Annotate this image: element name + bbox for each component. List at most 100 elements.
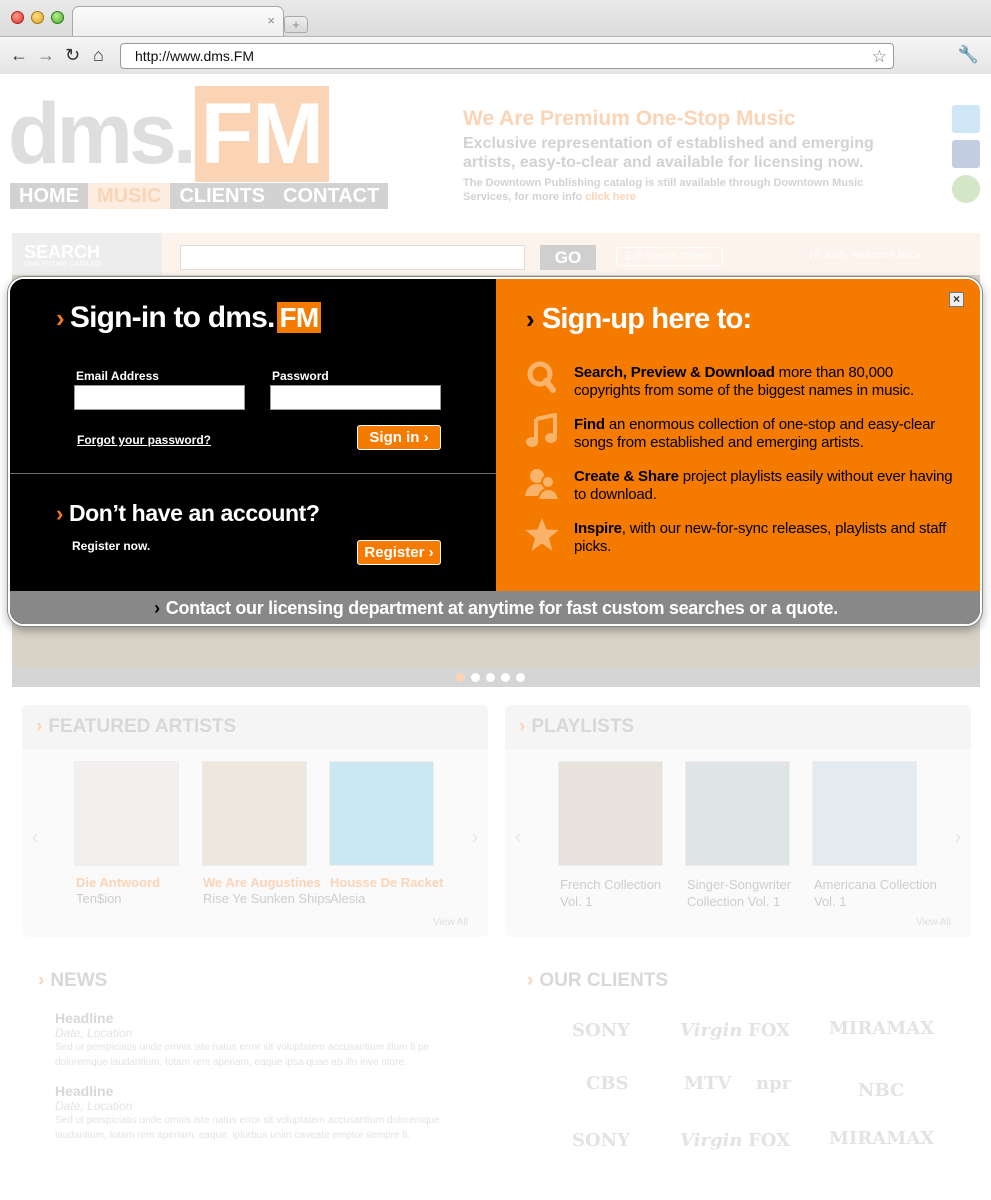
browser-tab[interactable]: ×: [72, 6, 284, 36]
click-here-link[interactable]: click here: [585, 191, 636, 203]
artist-thumbnail[interactable]: [329, 761, 434, 866]
tagline-sub: Exclusive representation of established …: [463, 135, 874, 171]
feature-bold: Inspire: [574, 520, 622, 537]
signin-button[interactable]: Sign in ›: [357, 425, 441, 450]
facebook-icon[interactable]: [952, 140, 980, 168]
slide-dot[interactable]: [516, 673, 525, 682]
client-logo: Virgin: [680, 1130, 743, 1151]
tagline-note: The Downtown Publishing catalog is still…: [463, 176, 903, 204]
password-label: Password: [272, 369, 329, 383]
artist-thumbnail[interactable]: [74, 761, 179, 866]
address-bar[interactable]: http://www.dms.FM ☆: [120, 43, 894, 69]
news-headline: Headline: [55, 1010, 114, 1026]
signup-section: › Sign-up here to: Search, Preview & Down…: [496, 279, 980, 591]
back-arrow-icon[interactable]: ←: [10, 44, 28, 66]
email-field[interactable]: [74, 385, 245, 410]
register-button[interactable]: Register ›: [357, 540, 441, 565]
slide-dot[interactable]: [456, 673, 465, 682]
nav-clients[interactable]: CLIENTS: [170, 183, 274, 209]
playlist-thumbnail[interactable]: [558, 761, 663, 866]
email-label: Email Address: [76, 369, 159, 383]
tagline-title: We Are Premium One-Stop Music: [463, 107, 796, 130]
nav-music[interactable]: MUSIC: [88, 183, 171, 209]
tab-close-icon[interactable]: ×: [267, 14, 275, 28]
chevron-right-icon: ›: [56, 501, 63, 526]
reload-icon[interactable]: ↻: [65, 44, 80, 66]
news-body: Sed ut perspiciatis unde omnis iste natu…: [55, 1042, 430, 1068]
prev-arrow-icon[interactable]: ‹: [515, 827, 521, 848]
modal-close-button[interactable]: ×: [949, 292, 964, 307]
signup-title-text: Sign-up here to:: [541, 303, 752, 335]
news-header: › NEWS: [38, 970, 108, 991]
view-all-link[interactable]: View All: [916, 917, 951, 928]
nav-contact[interactable]: CONTACT: [274, 183, 388, 209]
feature-item: Create & Share project playlists easily …: [574, 468, 954, 504]
artist-name[interactable]: Die Antwoord: [76, 875, 160, 890]
slide-dot[interactable]: [501, 673, 510, 682]
playlist-thumbnail[interactable]: [812, 761, 917, 866]
close-window-button[interactable]: [11, 11, 24, 24]
wrench-icon[interactable]: 🔧: [958, 45, 979, 65]
search-bar: SEARCH OUR ENTIRE CATALOG GO Edit Search…: [12, 233, 980, 275]
minimize-window-button[interactable]: [31, 11, 44, 24]
news-headline: Headline: [55, 1083, 114, 1099]
chevron-right-icon: ›: [154, 598, 160, 618]
go-button[interactable]: GO: [540, 245, 596, 270]
news-title: NEWS: [50, 970, 108, 991]
next-arrow-icon[interactable]: ›: [955, 827, 961, 848]
song-title: Alesia: [330, 891, 366, 906]
prev-arrow-icon[interactable]: ‹: [32, 827, 38, 848]
view-all-link[interactable]: View All: [433, 917, 468, 928]
next-arrow-icon[interactable]: ›: [472, 827, 478, 848]
clients-header: › OUR CLIENTS: [527, 970, 669, 991]
no-account-title: › Don’t have an account?: [56, 500, 320, 527]
client-logo: SONY: [572, 1130, 630, 1151]
playlist-caption[interactable]: Americana Collection Vol. 1: [814, 876, 937, 910]
signin-title: › Sign-in to dms. FM: [56, 301, 322, 335]
news-date: Date, Location: [55, 1026, 133, 1040]
slide-dot[interactable]: [471, 673, 480, 682]
users-icon: [525, 469, 560, 501]
home-icon[interactable]: ⌂: [93, 44, 104, 66]
song-title: Ten$ion: [76, 891, 122, 906]
site-logo[interactable]: dms.FM: [8, 86, 329, 182]
client-logo: MIRAMAX: [829, 1018, 935, 1039]
artist-name[interactable]: We Are Augustines: [203, 875, 321, 890]
nav-home[interactable]: HOME: [10, 183, 88, 209]
forward-arrow-icon[interactable]: →: [37, 44, 55, 66]
feature-bold: Create & Share: [574, 468, 679, 485]
playlist-caption[interactable]: French Collection Vol. 1: [560, 876, 661, 910]
client-logo: npr: [756, 1073, 792, 1094]
feature-item: Find an enormous collection of one-stop …: [574, 416, 954, 452]
client-logo: MIRAMAX: [829, 1128, 935, 1149]
edit-search-criteria-button[interactable]: Edit Search Criteria: [616, 247, 723, 266]
modal-footer[interactable]: › Contact our licensing department at any…: [10, 591, 980, 624]
slide-dot[interactable]: [486, 673, 495, 682]
bookmark-star-icon[interactable]: ☆: [872, 45, 887, 69]
news-date: Date, Location: [55, 1099, 133, 1113]
playlist-thumbnail[interactable]: [685, 761, 790, 866]
search-input[interactable]: [180, 245, 525, 270]
artist-thumbnail[interactable]: [202, 761, 307, 866]
artist-name[interactable]: Housse De Racket: [330, 875, 443, 890]
twitter-icon[interactable]: [952, 105, 980, 133]
chevron-right-icon: ›: [526, 304, 535, 334]
playlist-title: Singer-Songwriter: [687, 877, 792, 892]
chevron-right-icon: ›: [56, 303, 65, 333]
client-logo: MTV: [684, 1073, 732, 1094]
forgot-password-link[interactable]: Forgot your password?: [77, 433, 211, 447]
news-item[interactable]: Headline Date, Location Sed ut perspicia…: [55, 1083, 480, 1143]
zoom-window-button[interactable]: [51, 11, 64, 24]
news-item[interactable]: Headline Date, Location Sed ut perspicia…: [55, 1010, 480, 1070]
password-field[interactable]: [270, 385, 441, 410]
new-tab-button[interactable]: +: [284, 16, 308, 33]
playlists-title: PLAYLISTS: [531, 716, 635, 737]
signin-title-text: Sign-in to dms.: [69, 301, 275, 334]
song-title: Rise Ye Sunken Ships: [203, 891, 331, 906]
search-label-text: SEARCH: [24, 242, 101, 262]
signin-section: › Sign-in to dms. FM Email Address Passwor…: [10, 279, 496, 474]
playlist-caption[interactable]: Singer-Songwriter Collection Vol. 1: [687, 876, 791, 910]
star-icon: [525, 518, 559, 551]
spotify-icon[interactable]: [952, 175, 980, 203]
playlist-title: Americana Collection: [814, 877, 937, 892]
